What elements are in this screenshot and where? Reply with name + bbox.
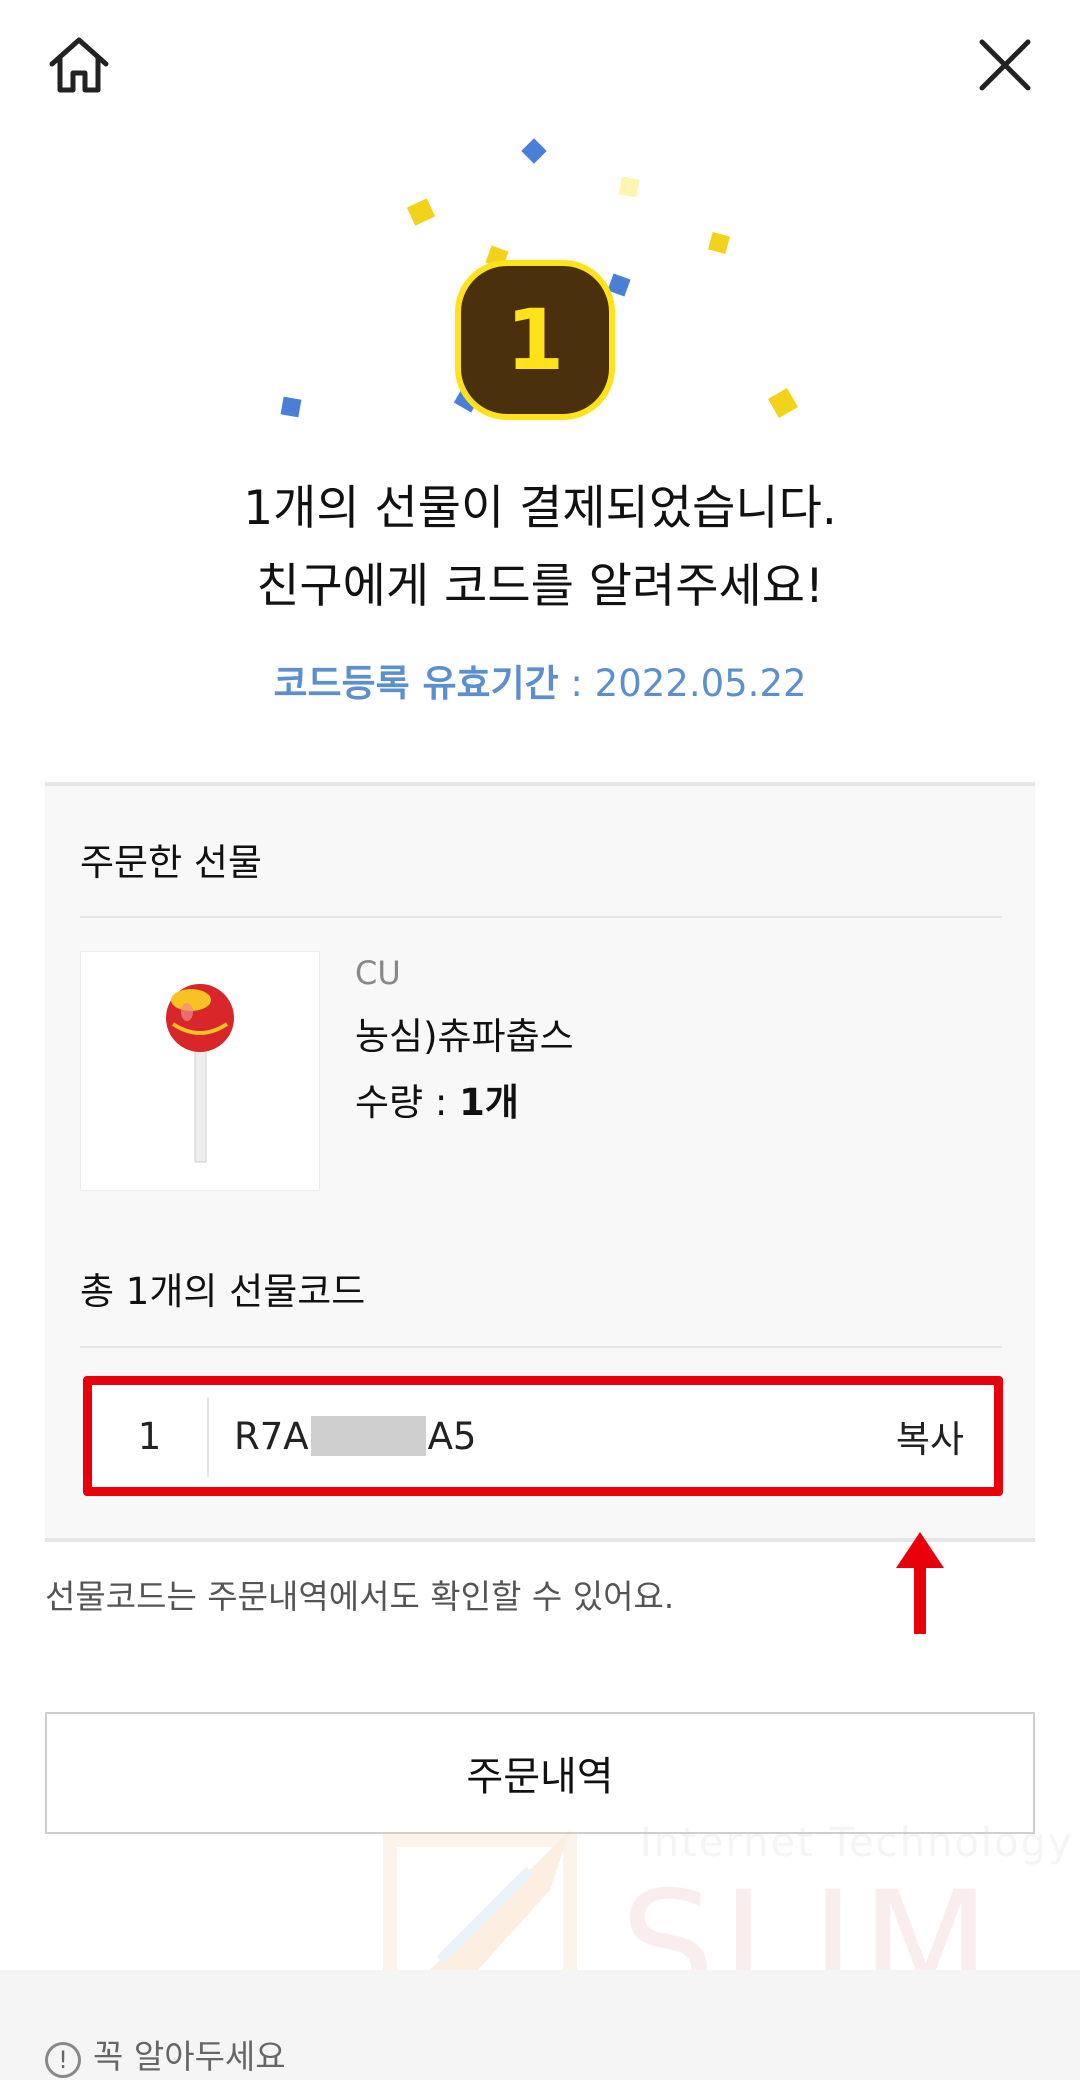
gift-count: 1	[505, 291, 565, 389]
confetti-piece	[618, 176, 640, 198]
validity-date: 2022.05.22	[594, 662, 807, 705]
code-index: 1	[137, 1414, 162, 1458]
headline-line-1: 1개의 선물이 결제되었습니다.	[243, 481, 837, 536]
red-arrow-icon	[896, 1532, 944, 1634]
code-suffix: A5	[427, 1414, 477, 1458]
confetti-piece	[521, 138, 547, 164]
product-brand: CU	[355, 954, 401, 992]
quantity-value: 1개	[459, 1081, 519, 1124]
code-prefix: R7A	[234, 1414, 309, 1458]
order-panel: 주문한 선물 CU 농심)츄파춥스 수량 : 1개 총 1개의 선물코드 1 R…	[45, 782, 1035, 1542]
product-name: 농심)츄파춥스	[355, 1015, 574, 1058]
quantity-label: 수량 :	[355, 1081, 460, 1124]
home-button[interactable]	[44, 30, 114, 100]
validity-info: 코드등록 유효기간 : 2022.05.22	[0, 653, 1080, 707]
gift-code-row: 1 R7A A5 복사	[83, 1376, 1003, 1496]
gift-code: R7A A5	[234, 1385, 476, 1487]
top-bar	[0, 0, 1080, 130]
headline-line-2: 친구에게 코드를 알려주세요!	[256, 559, 824, 614]
product-image	[80, 951, 320, 1191]
redacted-block	[310, 1416, 426, 1456]
validity-separator: :	[558, 662, 595, 705]
validity-label: 코드등록 유효기간	[273, 662, 559, 705]
info-icon: !	[45, 2042, 81, 2078]
home-icon	[49, 37, 109, 93]
copy-button[interactable]: 복사	[896, 1385, 964, 1487]
confetti-piece	[280, 396, 302, 418]
confetti-piece	[707, 231, 731, 255]
ordered-gift-title: 주문한 선물	[80, 841, 262, 884]
headline: 1개의 선물이 결제되었습니다. 친구에게 코드를 알려주세요!	[0, 470, 1080, 626]
divider	[80, 916, 1002, 918]
close-icon	[979, 39, 1031, 91]
gift-codes-title: 총 1개의 선물코드	[80, 1270, 366, 1313]
notice-text: 선물코드는 주문내역에서도 확인할 수 있어요.	[45, 1577, 675, 1616]
divider	[80, 1346, 1002, 1348]
order-history-button[interactable]: 주문내역	[45, 1712, 1035, 1834]
confetti-piece	[406, 198, 436, 226]
divider	[207, 1397, 209, 1477]
lollipop-image	[166, 984, 234, 1163]
close-button[interactable]	[970, 30, 1040, 100]
celebration-graphic: 1	[260, 130, 820, 430]
bottom-tip[interactable]: ! 꼭 알아두세요	[45, 2030, 286, 2078]
bottom-tip-label: 꼭 알아두세요	[93, 2037, 286, 2076]
confetti-piece	[767, 387, 799, 419]
product-quantity: 수량 : 1개	[355, 1072, 519, 1126]
gift-count-badge: 1	[455, 260, 615, 420]
